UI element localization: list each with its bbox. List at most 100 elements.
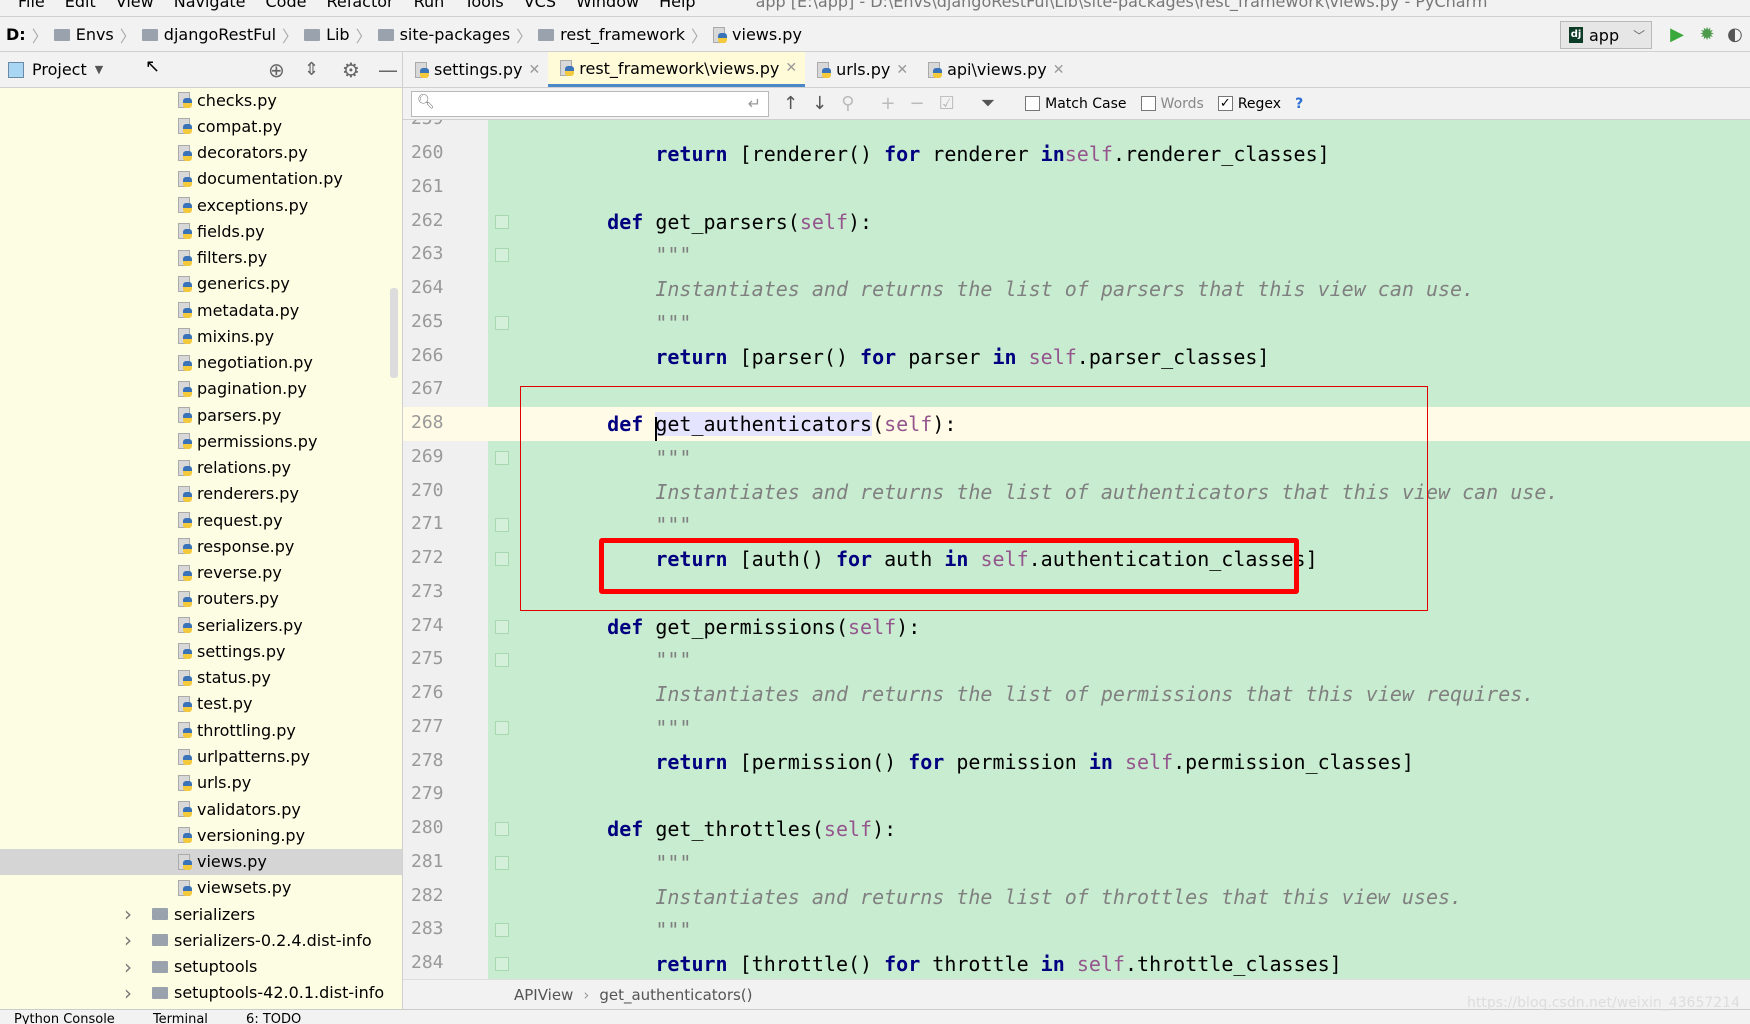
locate-icon[interactable]: ⊕: [268, 58, 285, 82]
menu-help[interactable]: Help: [659, 0, 695, 11]
code-line[interactable]: """: [488, 238, 1750, 272]
menu-tools[interactable]: Tools: [464, 0, 503, 11]
code-line[interactable]: def get_parsers(self):: [488, 205, 1750, 239]
close-icon[interactable]: ✕: [1053, 62, 1065, 78]
menu-file[interactable]: File: [18, 0, 45, 11]
code-line[interactable]: [488, 171, 1750, 205]
file-item[interactable]: permissions.py: [0, 428, 402, 454]
checkbox-words[interactable]: Words: [1140, 96, 1204, 112]
menu-vcs[interactable]: VCS: [524, 0, 556, 11]
breadcrumb-folder[interactable]: Lib 〉: [304, 23, 372, 47]
todo-tab[interactable]: 6: TODO: [246, 1012, 301, 1024]
menu-window[interactable]: Window: [576, 0, 639, 11]
file-item[interactable]: settings.py: [0, 638, 402, 664]
file-item[interactable]: mixins.py: [0, 323, 402, 349]
code-line[interactable]: def get_permissions(self):: [488, 610, 1750, 644]
next-occurrence-icon[interactable]: ↓: [812, 93, 827, 114]
breadcrumb-folder[interactable]: Envs 〉: [53, 23, 136, 47]
close-icon[interactable]: ✕: [785, 60, 797, 76]
code-line[interactable]: Instantiates and returns the list of par…: [488, 272, 1750, 306]
code-line[interactable]: def get_throttles(self):: [488, 812, 1750, 846]
collapse-all-icon[interactable]: ⇕: [304, 59, 319, 80]
file-item[interactable]: urlpatterns.py: [0, 744, 402, 770]
menu-view[interactable]: View: [116, 0, 154, 11]
newline-icon[interactable]: ↵: [748, 94, 761, 113]
breadcrumb-folder[interactable]: site-packages 〉: [377, 23, 532, 47]
file-item[interactable]: reverse.py: [0, 560, 402, 586]
menu-refactor[interactable]: Refactor: [326, 0, 393, 11]
file-item[interactable]: parsers.py: [0, 402, 402, 428]
chevron-right-icon[interactable]: ›: [124, 981, 152, 1005]
gear-icon[interactable]: ⚙: [342, 58, 360, 82]
file-item[interactable]: decorators.py: [0, 140, 402, 166]
folder-item[interactable]: › setuptools: [0, 954, 402, 980]
checkbox-regex[interactable]: ✓ Regex: [1217, 96, 1281, 112]
file-item[interactable]: pagination.py: [0, 376, 402, 402]
code-line[interactable]: return [parser() for parser in self.pars…: [488, 340, 1750, 374]
hide-icon[interactable]: —: [378, 58, 398, 82]
code-line[interactable]: return [permission() for permission in s…: [488, 745, 1750, 779]
add-occurrence-icon[interactable]: +: [880, 93, 895, 114]
tab-rest-framework-views-py[interactable]: rest_framework\views.py ✕: [548, 52, 806, 87]
folder-item[interactable]: › serializers-0.2.4.dist-info: [0, 927, 402, 953]
file-item[interactable]: negotiation.py: [0, 350, 402, 376]
code-line[interactable]: [488, 778, 1750, 812]
folder-item[interactable]: › serializers: [0, 901, 402, 927]
terminal-tab[interactable]: Terminal: [153, 1012, 208, 1024]
close-icon[interactable]: ✕: [896, 62, 908, 78]
file-item[interactable]: status.py: [0, 665, 402, 691]
code-line[interactable]: return [renderer() for renderer inself.r…: [488, 137, 1750, 171]
breadcrumb-folder[interactable]: djangoRestFul 〉: [141, 23, 298, 47]
chevron-right-icon[interactable]: ›: [124, 928, 152, 952]
file-item[interactable]: versioning.py: [0, 822, 402, 848]
previous-occurrence-icon[interactable]: ↑: [783, 93, 798, 114]
tab-api-views-py[interactable]: api\views.py ✕: [916, 52, 1072, 87]
run-icon[interactable]: ▶: [1666, 24, 1688, 46]
tab-urls-py[interactable]: urls.py ✕: [805, 52, 916, 87]
debug-icon[interactable]: ✹: [1696, 24, 1718, 46]
chevron-right-icon[interactable]: ›: [124, 955, 152, 979]
folder-item[interactable]: › setuptools-42.0.1.dist-info: [0, 980, 402, 1006]
coverage-icon[interactable]: ◐: [1724, 24, 1746, 46]
menu-code[interactable]: Code: [266, 0, 307, 11]
filter-icon[interactable]: ⏷: [981, 93, 995, 114]
code-line[interactable]: """: [488, 306, 1750, 340]
breadcrumb-class[interactable]: APIView: [514, 986, 573, 1004]
file-item[interactable]: metadata.py: [0, 297, 402, 323]
code-line[interactable]: Instantiates and returns the list of thr…: [488, 880, 1750, 914]
code-line[interactable]: """: [488, 846, 1750, 880]
project-view-selector[interactable]: Project: [32, 60, 87, 79]
tab-settings-py[interactable]: settings.py ✕: [403, 52, 548, 87]
menu-run[interactable]: Run: [414, 0, 445, 11]
file-item[interactable]: generics.py: [0, 271, 402, 297]
code-line[interactable]: """: [488, 643, 1750, 677]
breadcrumb-file[interactable]: views.py: [713, 25, 802, 44]
find-all-icon[interactable]: ⚲: [841, 93, 854, 114]
file-item[interactable]: relations.py: [0, 455, 402, 481]
file-item[interactable]: throttling.py: [0, 717, 402, 743]
select-all-occurrences-icon[interactable]: ☑: [939, 93, 955, 114]
breadcrumb-method[interactable]: get_authenticators(): [599, 986, 752, 1004]
file-item[interactable]: documentation.py: [0, 166, 402, 192]
python-console-tab[interactable]: Python Console: [14, 1012, 115, 1024]
file-item[interactable]: fields.py: [0, 218, 402, 244]
file-item[interactable]: viewsets.py: [0, 875, 402, 901]
chevron-right-icon[interactable]: ›: [124, 902, 152, 926]
run-config-dropdown[interactable]: dj app ﹀: [1560, 21, 1652, 49]
file-item[interactable]: compat.py: [0, 113, 402, 139]
file-item[interactable]: checks.py: [0, 88, 402, 113]
checkbox-match-case[interactable]: Match Case: [1025, 96, 1127, 112]
menu-edit[interactable]: Edit: [65, 0, 96, 11]
file-item[interactable]: validators.py: [0, 796, 402, 822]
find-input[interactable]: [411, 90, 769, 117]
file-item[interactable]: filters.py: [0, 245, 402, 271]
file-item[interactable]: renderers.py: [0, 481, 402, 507]
remove-occurrence-icon[interactable]: −: [909, 93, 924, 114]
code-line[interactable]: """: [488, 711, 1750, 745]
file-item[interactable]: test.py: [0, 691, 402, 717]
dropdown-arrow-icon[interactable]: ▼: [95, 63, 103, 76]
code-line[interactable]: [488, 120, 1750, 137]
file-item[interactable]: serializers.py: [0, 612, 402, 638]
file-item[interactable]: views.py: [0, 848, 402, 875]
menu-navigate[interactable]: Navigate: [174, 0, 246, 11]
